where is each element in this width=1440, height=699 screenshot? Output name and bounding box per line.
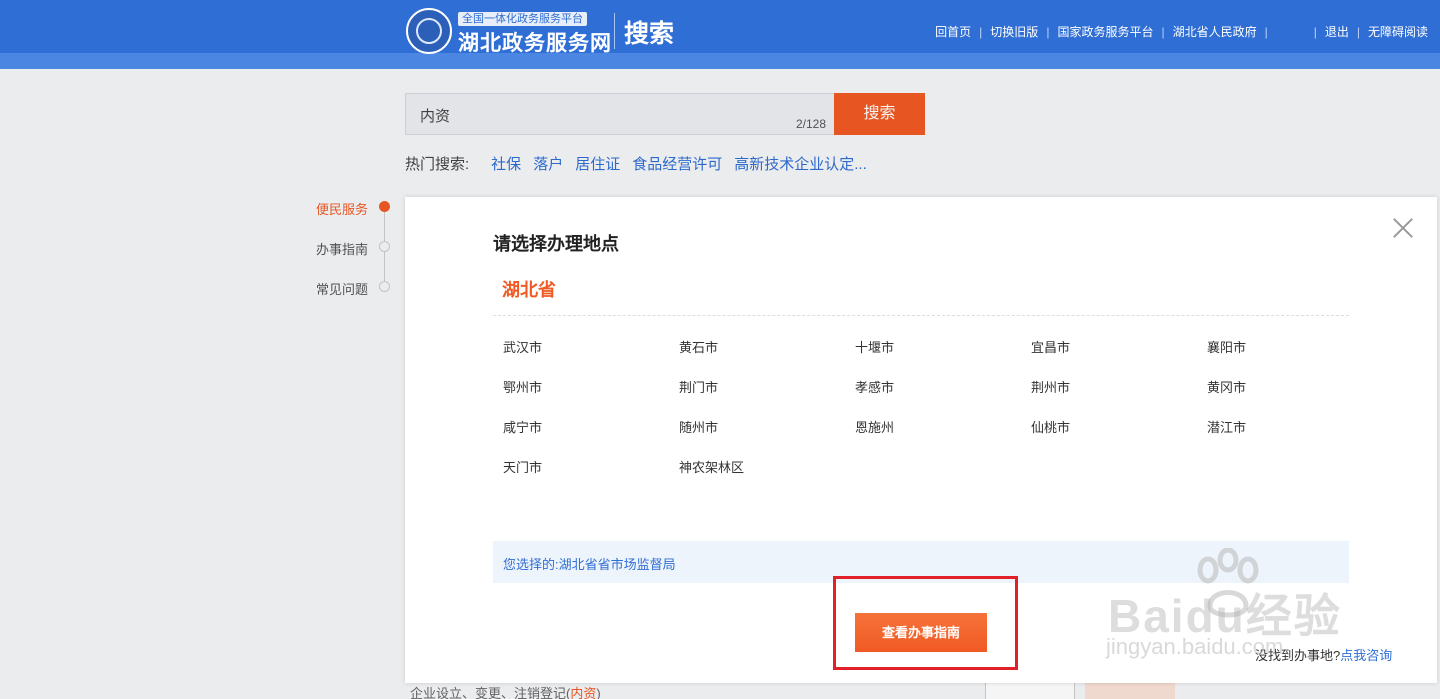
platform-badge: 全国一体化政务服务平台 bbox=[458, 12, 587, 26]
province-name[interactable]: 湖北省 bbox=[502, 276, 556, 302]
city-option[interactable]: 荆州市 bbox=[1031, 379, 1207, 397]
top-navigation: 回首页 | 切换旧版 | 国家政务服务平台 | 湖北省人民政府 | | 退出 |… bbox=[935, 23, 1428, 40]
modal-title: 请选择办理地点 bbox=[493, 234, 619, 254]
city-option[interactable]: 武汉市 bbox=[503, 339, 679, 357]
watermark-url: jingyan.baidu.com bbox=[1106, 634, 1284, 659]
city-option[interactable]: 孝感市 bbox=[855, 379, 1031, 397]
site-header: 全国一体化政务服务平台 湖北政务服务网 搜索 回首页 | 切换旧版 | 国家政务… bbox=[0, 0, 1440, 69]
city-option[interactable]: 潜江市 bbox=[1207, 419, 1383, 437]
city-option[interactable]: 宜昌市 bbox=[1031, 339, 1207, 357]
nav-separator: | bbox=[1356, 24, 1360, 39]
section-title: 搜索 bbox=[624, 20, 675, 48]
close-icon[interactable] bbox=[1390, 215, 1416, 241]
city-option[interactable]: 随州市 bbox=[679, 419, 855, 437]
nav-logout[interactable]: 退出 bbox=[1325, 23, 1349, 40]
selected-location: 您选择的:湖北省省市场监督局 bbox=[503, 557, 676, 572]
site-name[interactable]: 湖北政务服务网 bbox=[458, 27, 612, 57]
consult-link[interactable]: 点我咨询 bbox=[1340, 648, 1392, 663]
nav-separator: | bbox=[1264, 24, 1268, 39]
city-option[interactable]: 咸宁市 bbox=[503, 419, 679, 437]
logo-divider bbox=[614, 13, 615, 49]
nav-separator: | bbox=[1313, 24, 1317, 39]
nav-national-platform[interactable]: 国家政务服务平台 bbox=[1057, 23, 1153, 40]
emblem-icon[interactable] bbox=[406, 8, 452, 54]
city-option[interactable]: 神农架林区 bbox=[679, 459, 855, 477]
city-option[interactable]: 黄石市 bbox=[679, 339, 855, 357]
nav-accessibility[interactable]: 无障碍阅读 bbox=[1368, 23, 1428, 40]
city-option[interactable]: 鄂州市 bbox=[503, 379, 679, 397]
nav-old-version[interactable]: 切换旧版 bbox=[990, 23, 1038, 40]
city-option[interactable]: 天门市 bbox=[503, 459, 679, 477]
city-option[interactable]: 荆门市 bbox=[679, 379, 855, 397]
city-option[interactable]: 仙桃市 bbox=[1031, 419, 1207, 437]
annotation-highlight-box bbox=[833, 576, 1018, 670]
city-list: 武汉市 黄石市 十堰市 宜昌市 襄阳市 鄂州市 荆门市 孝感市 荆州市 黄冈市 … bbox=[503, 339, 1383, 477]
city-option[interactable]: 恩施州 bbox=[855, 419, 1031, 437]
city-option[interactable]: 黄冈市 bbox=[1207, 379, 1383, 397]
nav-separator: | bbox=[1161, 24, 1165, 39]
nav-separator: | bbox=[979, 24, 983, 39]
city-option[interactable]: 十堰市 bbox=[855, 339, 1031, 357]
nav-home[interactable]: 回首页 bbox=[935, 23, 971, 40]
header-stripe bbox=[0, 53, 1440, 69]
nav-provincial-government[interactable]: 湖北省人民政府 bbox=[1173, 23, 1257, 40]
nav-separator: | bbox=[1046, 24, 1050, 39]
dashed-divider bbox=[493, 315, 1349, 316]
city-option[interactable]: 襄阳市 bbox=[1207, 339, 1383, 357]
